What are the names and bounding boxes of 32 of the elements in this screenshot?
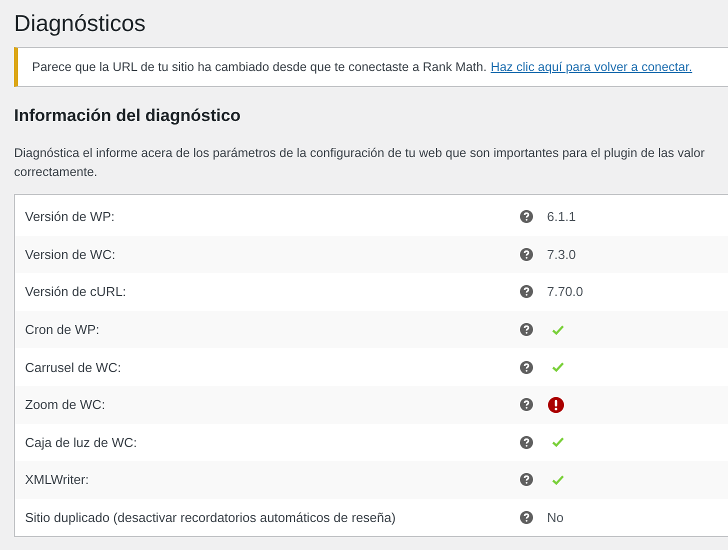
row-value: 7.70.0 <box>547 284 584 300</box>
help-icon[interactable] <box>520 398 533 412</box>
row-label: Cron de WP: <box>24 322 100 338</box>
row-value: No <box>547 510 564 526</box>
checkmark-icon <box>552 437 564 448</box>
checkmark-icon <box>552 474 564 485</box>
row-label: Caja de luz de WC: <box>24 434 138 450</box>
row-label: Version de WC: <box>24 246 116 262</box>
help-icon[interactable] <box>520 473 533 486</box>
row-label: XMLWriter: <box>24 472 90 488</box>
checkmark-icon <box>552 324 564 335</box>
section-heading: Información del diagnóstico <box>14 106 242 126</box>
help-icon[interactable] <box>520 285 533 298</box>
help-icon[interactable] <box>520 360 533 374</box>
section-description: Diagnóstica el informe acera de los parámetros de la configuración de tu web que son importantes para el plugin de las valor correctamente. <box>14 145 706 181</box>
help-icon[interactable] <box>520 323 533 336</box>
reconnect-link[interactable]: Haz clic aquí para volver a conectar. <box>490 60 692 74</box>
notice-text: Parece que la URL de tu sitio ha cambiado desde que te conectaste a Rank Math. <box>32 60 487 74</box>
row-value: 7.3.0 <box>547 246 576 262</box>
help-icon[interactable] <box>520 210 533 224</box>
row-label: Sitio duplicado (desactivar recordatorios automáticos de reseña) <box>24 510 397 526</box>
page-title: Diagnósticos <box>14 9 147 38</box>
checkmark-icon <box>552 362 564 372</box>
error-icon <box>548 396 564 413</box>
row-value: 6.1.1 <box>547 209 576 224</box>
row-label: Carrusel de WC: <box>24 360 122 375</box>
row-label: Versión de WP: <box>24 209 116 224</box>
row-label: Versión de cURL: <box>24 284 128 300</box>
row-label: Zoom de WC: <box>24 397 106 412</box>
help-icon[interactable] <box>520 511 533 524</box>
help-icon[interactable] <box>520 436 533 449</box>
help-icon[interactable] <box>520 248 533 261</box>
